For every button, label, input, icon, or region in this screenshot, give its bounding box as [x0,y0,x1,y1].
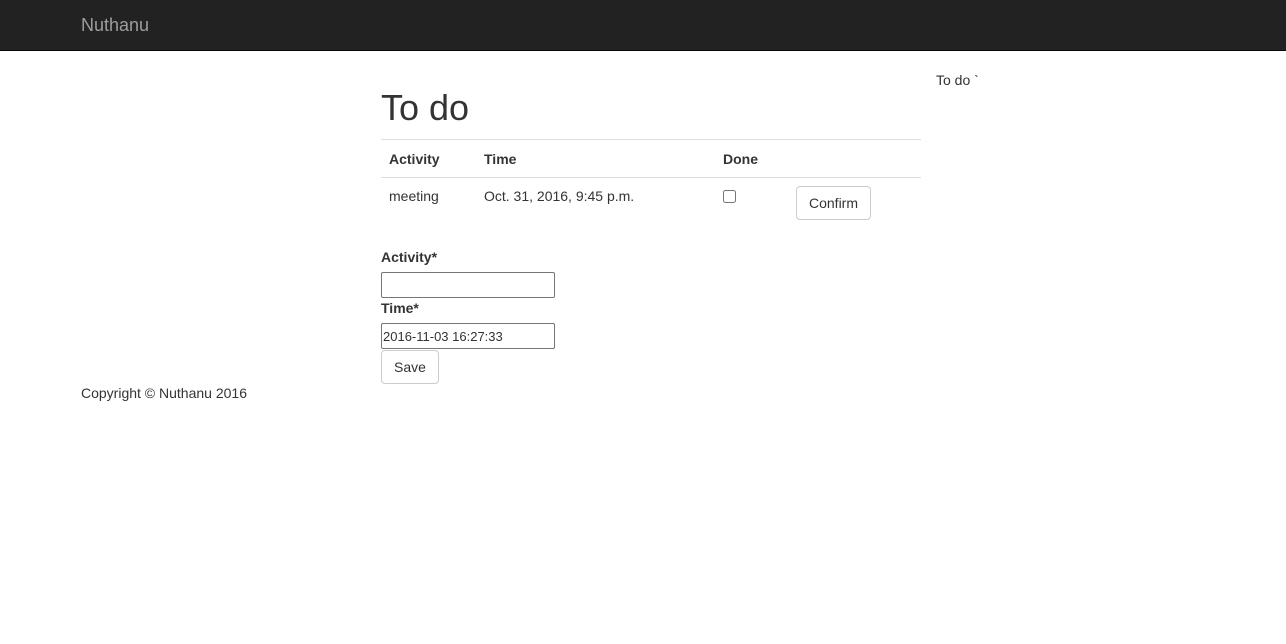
done-checkbox[interactable] [723,190,736,203]
save-button[interactable]: Save [381,350,439,384]
confirm-button[interactable]: Confirm [796,186,872,220]
top-navbar: Nuthanu [0,0,1286,51]
header-action [788,139,921,178]
page-title: To do [381,87,470,128]
cell-done [715,178,788,226]
cell-action: Confirm [788,178,921,226]
activity-input[interactable] [381,272,555,298]
time-label: Time* [381,300,419,316]
cell-time: Oct. 31, 2016, 9:45 p.m. [484,188,635,204]
cell-activity: meeting [389,188,439,204]
header-time: Time [476,139,715,178]
todo-table: Activity Time Done meeting Oct. 31, 2016… [381,139,921,226]
header-done: Done [715,139,788,178]
sidebar-todo-link[interactable]: To do ` [936,71,979,89]
time-input[interactable] [381,323,555,349]
footer-copyright: Copyright © Nuthanu 2016 [81,385,247,401]
activity-label: Activity* [381,249,438,265]
header-activity: Activity [381,139,476,178]
table-header-row: Activity Time Done [381,139,921,178]
table-row: meeting Oct. 31, 2016, 9:45 p.m. Confirm [381,178,921,226]
brand-link[interactable]: Nuthanu [81,14,149,36]
